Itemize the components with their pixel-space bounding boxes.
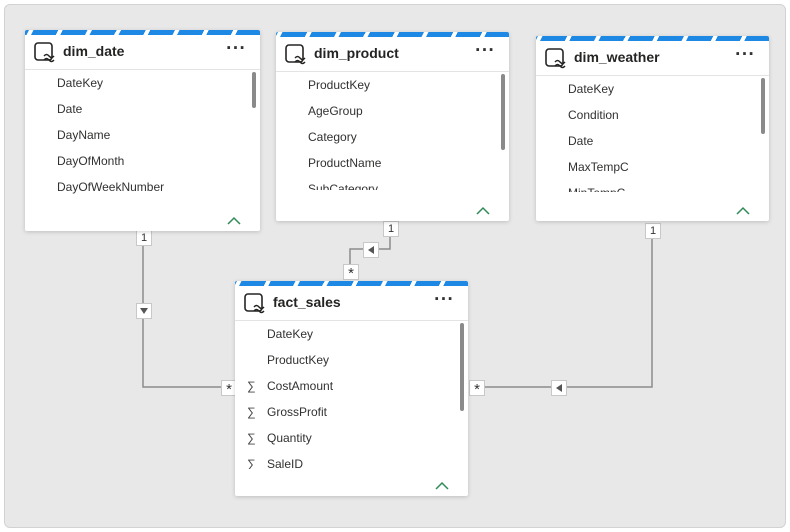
field-row[interactable]: Date: [25, 96, 248, 122]
sigma-icon: ∑: [247, 379, 256, 393]
filter-direction-left-icon[interactable]: [551, 380, 567, 396]
field-name: DateKey: [57, 76, 104, 90]
field-name: DayOfWeekNumber: [57, 180, 165, 194]
more-options-icon[interactable]: ···: [434, 290, 454, 308]
field-row[interactable]: DayOfWeekNumber: [25, 174, 248, 200]
field-list: DateKey ProductKey ∑ CostAmount ∑ GrossPro…: [235, 321, 456, 469]
field-row[interactable]: ∑ CostAmount: [235, 373, 456, 399]
field-name: ProductKey: [267, 353, 330, 367]
more-options-icon[interactable]: ···: [475, 41, 495, 59]
field-row[interactable]: DayOfMonth: [25, 148, 248, 174]
field-name: SaleID: [267, 457, 304, 469]
field-row[interactable]: MinTempC: [536, 180, 757, 192]
table-header[interactable]: dim_product ···: [276, 37, 509, 72]
cardinality-one-badge[interactable]: 1: [383, 221, 399, 237]
table-header[interactable]: dim_weather ···: [536, 41, 769, 76]
scrollbar[interactable]: [460, 323, 464, 411]
table-title: dim_weather: [574, 49, 660, 65]
field-name: DateKey: [568, 82, 615, 96]
more-options-icon[interactable]: ···: [226, 39, 246, 57]
field-row[interactable]: ProductKey: [235, 347, 456, 373]
table-title: fact_sales: [273, 294, 341, 310]
field-name: Date: [57, 102, 83, 116]
field-name: CostAmount: [267, 379, 334, 393]
field-row[interactable]: SubCategory: [276, 176, 497, 190]
sigma-icon: ∑: [247, 457, 256, 469]
field-list: ProductKey AgeGroup Category ProductName…: [276, 72, 497, 190]
field-name: MaxTempC: [568, 160, 629, 174]
table-title: dim_product: [314, 45, 399, 61]
table-card-dim-date[interactable]: dim_date ··· DateKey Date DayName DayOfM…: [25, 30, 260, 231]
field-row[interactable]: ∑ GrossProfit: [235, 399, 456, 425]
collapse-chevron-up-icon[interactable]: [434, 480, 450, 492]
field-row[interactable]: Condition: [536, 102, 757, 128]
field-list: DateKey Condition Date MaxTempC MinTempC: [536, 76, 757, 192]
field-list: DateKey Date DayName DayOfMonth DayOfWee…: [25, 70, 248, 208]
field-name: ProductName: [308, 156, 382, 170]
cardinality-one-badge[interactable]: 1: [645, 223, 661, 239]
field-row[interactable]: DateKey: [235, 321, 456, 347]
collapse-chevron-up-icon[interactable]: [735, 205, 751, 217]
relationship-line-weather-sales: [476, 237, 653, 388]
field-row[interactable]: Date: [536, 128, 757, 154]
field-name: SubCategory: [308, 182, 379, 190]
cardinality-one-badge[interactable]: 1: [136, 230, 152, 246]
collapse-chevron-up-icon[interactable]: [475, 205, 491, 217]
field-row[interactable]: DateKey: [536, 76, 757, 102]
model-canvas[interactable]: 1 * 1 * 1 * dim_date ··· DateKey Date Da…: [4, 4, 786, 528]
table-icon: [545, 48, 566, 69]
scrollbar[interactable]: [252, 72, 256, 108]
field-name: DayName: [57, 128, 111, 142]
table-icon: [34, 42, 55, 63]
field-name: Quantity: [267, 431, 312, 445]
cardinality-many-badge[interactable]: *: [343, 264, 359, 282]
scrollbar[interactable]: [761, 78, 765, 134]
field-name: DayOfMonth: [57, 154, 125, 168]
field-row[interactable]: MaxTempC: [536, 154, 757, 180]
field-name: ProductKey: [308, 78, 371, 92]
table-card-dim-weather[interactable]: dim_weather ··· DateKey Condition Date M…: [536, 36, 769, 221]
field-row[interactable]: Category: [276, 124, 497, 150]
field-name: MinTempC: [568, 180, 625, 192]
field-name: Condition: [568, 108, 619, 122]
sigma-icon: ∑: [247, 431, 256, 445]
field-row[interactable]: DayName: [25, 122, 248, 148]
field-name: DateKey: [267, 327, 314, 341]
field-name: Date: [568, 134, 594, 148]
relationship-line-date-sales: [142, 237, 234, 388]
sigma-icon: ∑: [247, 405, 256, 419]
field-row[interactable]: ∑ SaleID: [235, 451, 456, 469]
field-row[interactable]: AgeGroup: [276, 98, 497, 124]
table-card-dim-product[interactable]: dim_product ··· ProductKey AgeGroup Cate…: [276, 32, 509, 221]
field-name: AgeGroup: [308, 104, 363, 118]
scrollbar[interactable]: [501, 74, 505, 150]
field-row[interactable]: ProductName: [276, 150, 497, 176]
table-icon: [285, 44, 306, 65]
collapse-chevron-up-icon[interactable]: [226, 215, 242, 227]
table-title: dim_date: [63, 43, 125, 59]
cardinality-many-badge[interactable]: *: [469, 380, 485, 398]
table-header[interactable]: dim_date ···: [25, 35, 260, 70]
field-name: GrossProfit: [267, 405, 328, 419]
field-row[interactable]: ∑ Quantity: [235, 425, 456, 451]
table-card-fact-sales[interactable]: fact_sales ··· DateKey ProductKey ∑ CostA…: [235, 281, 468, 496]
field-row[interactable]: DateKey: [25, 70, 248, 96]
filter-direction-left-icon[interactable]: [363, 242, 379, 258]
field-row[interactable]: ProductKey: [276, 72, 497, 98]
more-options-icon[interactable]: ···: [735, 45, 755, 63]
table-icon: [244, 293, 265, 314]
field-name: Category: [308, 130, 357, 144]
table-header[interactable]: fact_sales ···: [235, 286, 468, 321]
filter-direction-down-icon[interactable]: [136, 303, 152, 319]
